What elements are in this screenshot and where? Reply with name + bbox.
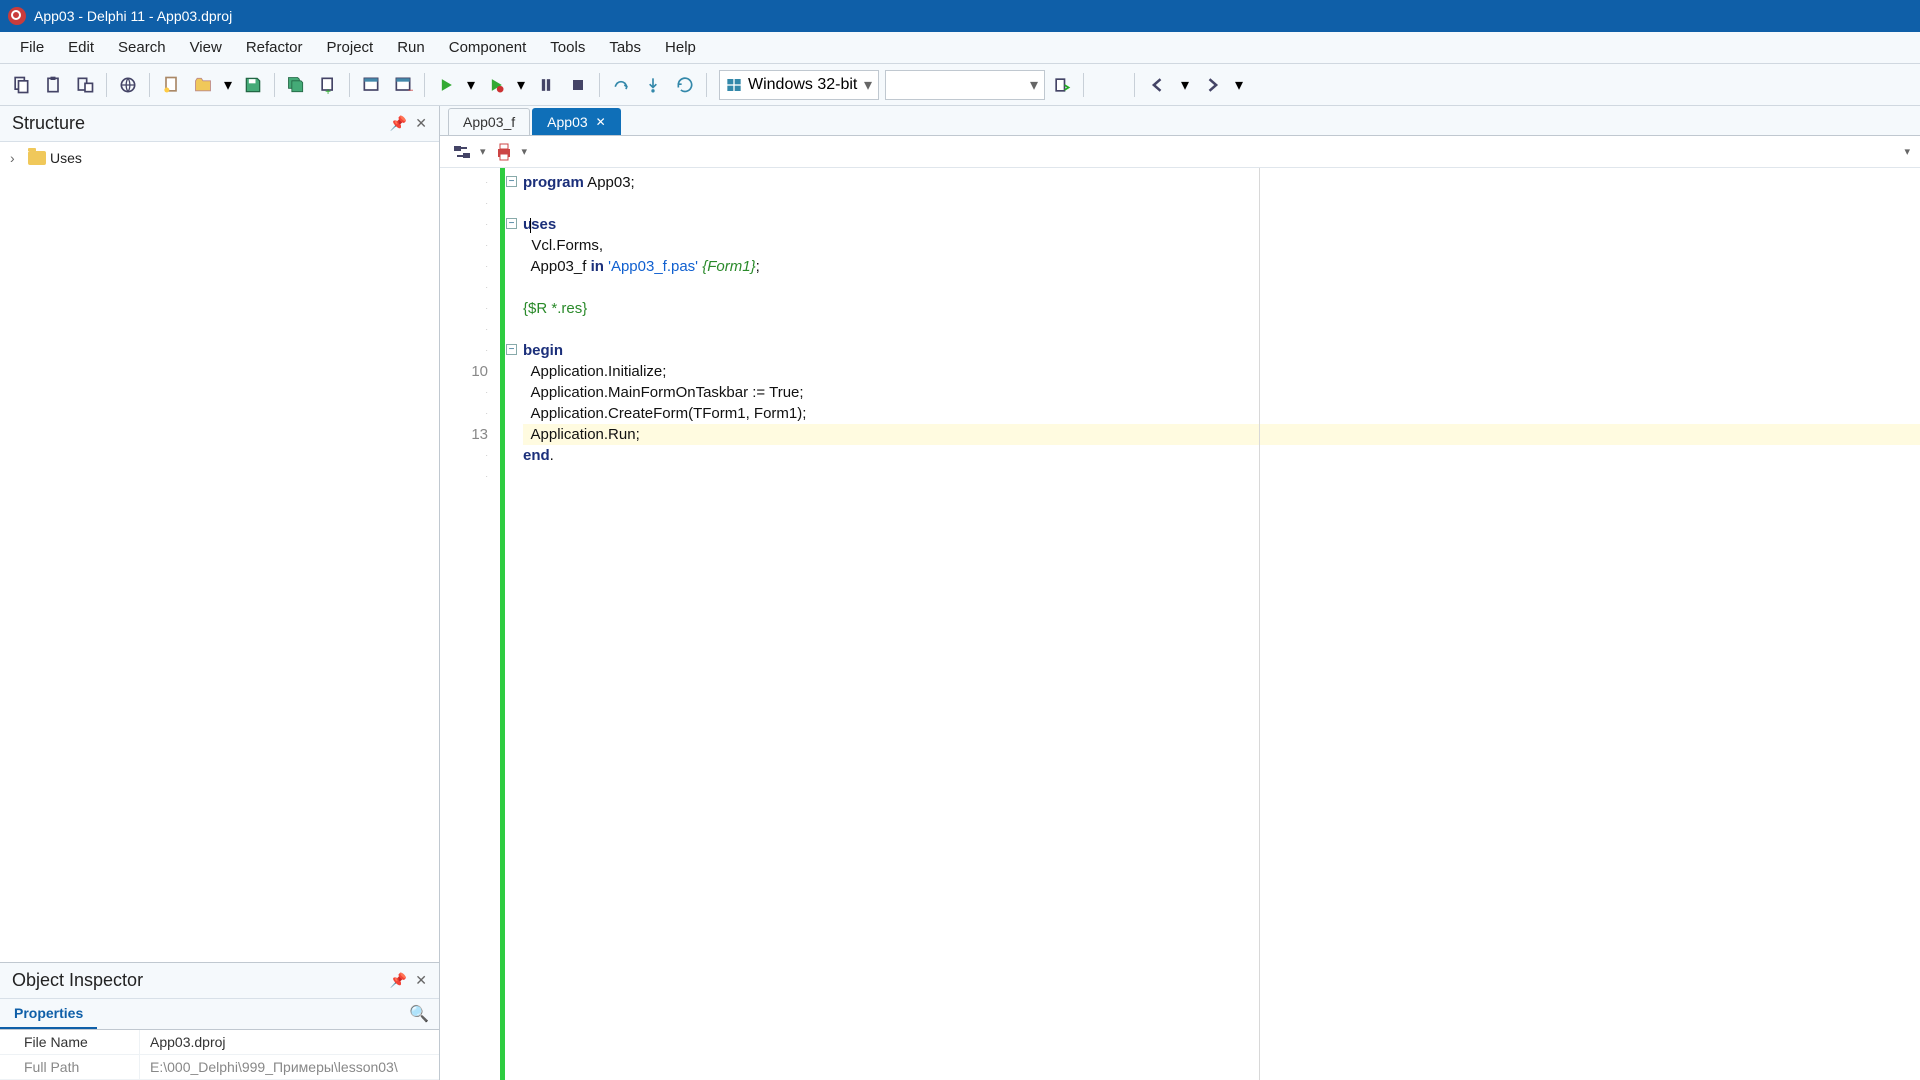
editor-tab-app03_f[interactable]: App03_f (448, 108, 530, 135)
print-icon[interactable] (492, 140, 516, 164)
menu-view[interactable]: View (178, 35, 234, 60)
window-title: App03 - Delphi 11 - App03.dproj (34, 8, 232, 24)
menu-refactor[interactable]: Refactor (234, 35, 315, 60)
browser-icon[interactable] (113, 70, 143, 100)
windows-icon (726, 77, 742, 93)
inspector-header: Object Inspector 📌 ✕ (0, 963, 439, 999)
menu-file[interactable]: File (8, 35, 56, 60)
fold-icon[interactable]: − (506, 218, 517, 229)
tree-label: Uses (50, 150, 82, 166)
close-icon[interactable]: ✕ (415, 972, 427, 989)
stop-icon[interactable] (563, 70, 593, 100)
prop-value: App03.dproj (140, 1030, 439, 1054)
step-into-icon[interactable] (638, 70, 668, 100)
open-folder-icon[interactable] (188, 70, 218, 100)
tab-properties[interactable]: Properties (0, 999, 97, 1029)
menu-project[interactable]: Project (315, 35, 386, 60)
menu-tabs[interactable]: Tabs (597, 35, 653, 60)
prop-value: E:\000_Delphi\999_Примеры\lesson03\ (140, 1055, 439, 1079)
nav-forward-icon[interactable] (1197, 70, 1227, 100)
nav-back-dropdown-icon[interactable] (1177, 75, 1193, 95)
pin-icon[interactable]: 📌 (390, 115, 407, 132)
app-icon (8, 7, 26, 25)
toolbar: + − Windows 32-bit (0, 64, 1920, 106)
search-icon[interactable]: 🔍 (399, 1000, 439, 1028)
menu-search[interactable]: Search (106, 35, 178, 60)
menu-component[interactable]: Component (437, 35, 539, 60)
prop-key: File Name (0, 1030, 140, 1054)
structure-header: Structure 📌 ✕ (0, 106, 439, 142)
structure-tree[interactable]: › Uses (0, 142, 439, 962)
menu-edit[interactable]: Edit (56, 35, 106, 60)
inspector-grid: File NameApp03.dprojFull PathE:\000_Delp… (0, 1030, 439, 1080)
editor-toolbar (440, 136, 1920, 168)
platform-label: Windows 32-bit (748, 76, 857, 94)
paste-icon[interactable] (38, 70, 68, 100)
prop-key: Full Path (0, 1055, 140, 1079)
structure-title: Structure (12, 113, 85, 134)
paste-special-icon[interactable] (70, 70, 100, 100)
code-editor[interactable]: ·········10··13·· −−− program App03;uses… (440, 168, 1920, 1080)
pin-icon[interactable]: 📌 (390, 972, 407, 989)
chevron-right-icon[interactable]: › (10, 150, 24, 166)
save-all-icon[interactable] (281, 70, 311, 100)
deploy-icon[interactable] (1047, 70, 1077, 100)
fold-icon[interactable]: − (506, 344, 517, 355)
run-no-debug-dropdown-icon[interactable] (513, 75, 529, 95)
step-out-icon[interactable] (670, 70, 700, 100)
chevron-down-icon (864, 75, 872, 95)
step-over-icon[interactable] (606, 70, 636, 100)
chevron-down-icon[interactable] (1904, 145, 1910, 158)
tab-label: App03_f (463, 114, 515, 130)
menu-help[interactable]: Help (653, 35, 708, 60)
editor-tab-app03[interactable]: App03 ✕ (532, 108, 621, 135)
config-combo[interactable] (885, 70, 1045, 100)
menu-tools[interactable]: Tools (538, 35, 597, 60)
close-icon[interactable]: ✕ (596, 115, 606, 129)
menubar: FileEditSearchViewRefactorProjectRunComp… (0, 32, 1920, 64)
pause-icon[interactable] (531, 70, 561, 100)
platform-combo[interactable]: Windows 32-bit (719, 70, 879, 100)
tree-node-uses[interactable]: › Uses (10, 148, 429, 168)
open-dropdown-icon[interactable] (220, 75, 236, 95)
inspector-title: Object Inspector (12, 970, 143, 991)
svg-text:−: − (408, 85, 413, 95)
folder-icon (28, 151, 46, 165)
nav-forward-dropdown-icon[interactable] (1231, 75, 1247, 95)
editor-tabs: App03_f App03 ✕ (440, 106, 1920, 136)
run-icon[interactable] (431, 70, 461, 100)
chevron-down-icon[interactable] (522, 145, 528, 158)
close-icon[interactable]: ✕ (415, 115, 427, 132)
sync-icon[interactable] (450, 140, 474, 164)
run-no-debug-icon[interactable] (481, 70, 511, 100)
titlebar: App03 - Delphi 11 - App03.dproj (0, 0, 1920, 32)
copy-icon[interactable] (6, 70, 36, 100)
save-icon[interactable] (238, 70, 268, 100)
tab-label: App03 (547, 114, 587, 130)
remove-from-project-icon[interactable]: − (388, 70, 418, 100)
new-file-icon[interactable] (156, 70, 186, 100)
inspector-row[interactable]: Full PathE:\000_Delphi\999_Примеры\lesso… (0, 1055, 439, 1080)
add-to-project-icon[interactable]: + (313, 70, 343, 100)
chevron-down-icon[interactable] (480, 145, 486, 158)
run-dropdown-icon[interactable] (463, 75, 479, 95)
inspector-row[interactable]: File NameApp03.dproj (0, 1030, 439, 1055)
svg-text:+: + (325, 87, 331, 95)
menu-run[interactable]: Run (385, 35, 437, 60)
nav-back-icon[interactable] (1143, 70, 1173, 100)
fold-icon[interactable]: − (506, 176, 517, 187)
form-view-icon[interactable] (356, 70, 386, 100)
chevron-down-icon (1030, 75, 1038, 95)
